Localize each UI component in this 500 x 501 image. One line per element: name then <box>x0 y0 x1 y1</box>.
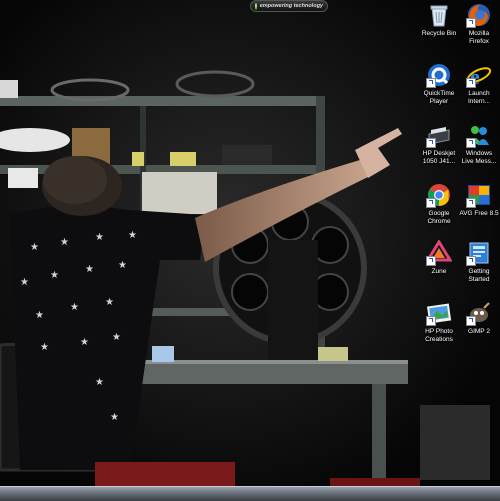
svg-text:★: ★ <box>112 332 121 343</box>
zune-label: Zune <box>431 268 447 275</box>
desktop-icon-gimp[interactable]: GIMP 2 <box>458 300 500 336</box>
recycle-bin-label: Recycle Bin <box>421 30 457 37</box>
gadget-text: empowering technology <box>259 3 323 9</box>
desktop-icon-area: Recycle Bin Mozilla Firefox QuickTime Pl… <box>418 0 500 380</box>
desktop-icon-zune[interactable]: Zune <box>418 239 460 276</box>
svg-text:★: ★ <box>80 337 89 348</box>
hp-deskjet-label: HP Deskjet 1050 J41... <box>422 150 456 165</box>
shortcut-arrow-icon <box>426 78 436 88</box>
gimp-icon <box>466 300 492 326</box>
svg-text:★: ★ <box>40 342 49 353</box>
avg-icon <box>466 182 492 208</box>
desktop-icon-recycle-bin[interactable]: Recycle Bin <box>418 2 460 38</box>
windows-live-messenger-label: Windows Live Mess... <box>461 150 497 165</box>
desktop-icon-quicktime[interactable]: QuickTime Player <box>418 62 460 106</box>
svg-text:★: ★ <box>35 310 44 321</box>
svg-text:★: ★ <box>95 232 104 243</box>
svg-text:★: ★ <box>105 297 114 308</box>
shortcut-arrow-icon <box>426 316 436 326</box>
svg-text:★: ★ <box>110 412 119 423</box>
shortcut-arrow-icon <box>466 198 476 208</box>
shortcut-arrow-icon <box>426 138 436 148</box>
internet-explorer-icon: e <box>466 62 492 89</box>
shortcut-arrow-icon <box>466 256 476 266</box>
desktop-icon-getting-started[interactable]: Getting Started <box>458 240 500 284</box>
shortcut-arrow-icon <box>426 256 436 266</box>
quicktime-icon <box>426 62 452 88</box>
svg-text:★: ★ <box>50 270 59 281</box>
desktop-icon-hp-deskjet[interactable]: HP Deskjet 1050 J41... <box>418 122 460 166</box>
svg-text:★: ★ <box>118 260 127 271</box>
avg-label: AVG Free 8.5 <box>459 210 499 217</box>
getting-started-label: Getting Started <box>468 268 490 283</box>
desktop-icon-windows-live-messenger[interactable]: Windows Live Mess... <box>458 122 500 166</box>
shortcut-arrow-icon <box>466 138 476 148</box>
svg-text:★: ★ <box>70 302 79 313</box>
globe-icon <box>255 2 257 10</box>
svg-text:★: ★ <box>60 237 69 248</box>
svg-text:★: ★ <box>85 264 94 275</box>
internet-explorer-label: Launch Intern... <box>467 90 491 105</box>
zune-icon <box>425 239 453 266</box>
shortcut-arrow-icon <box>426 198 436 208</box>
photo-icon <box>426 300 452 326</box>
chrome-icon <box>426 182 452 208</box>
taskbar[interactable] <box>0 486 500 501</box>
shortcut-arrow-icon <box>466 316 476 326</box>
desktop-icon-hp-photo-creations[interactable]: HP Photo Creations <box>418 300 460 344</box>
hp-photo-creations-label: HP Photo Creations <box>425 328 453 343</box>
svg-text:★: ★ <box>20 277 29 288</box>
desktop-icon-google-chrome[interactable]: Google Chrome <box>418 182 460 226</box>
google-chrome-label: Google Chrome <box>427 210 451 225</box>
firefox-label: Mozilla Firefox <box>468 30 490 45</box>
shortcut-arrow-icon <box>466 18 476 28</box>
recycle-bin-icon <box>426 2 452 28</box>
firefox-icon <box>466 2 492 28</box>
gimp-label: GIMP 2 <box>468 328 490 335</box>
svg-text:★: ★ <box>30 242 39 253</box>
desktop-icon-internet-explorer[interactable]: e Launch Intern... <box>458 62 500 106</box>
messenger-icon <box>466 122 492 148</box>
svg-text:★: ★ <box>128 230 137 241</box>
getting-started-icon <box>466 240 492 266</box>
svg-text:★: ★ <box>95 377 104 388</box>
quicktime-label: QuickTime Player <box>423 90 455 105</box>
desktop-icon-avg[interactable]: AVG Free 8.5 <box>458 182 500 218</box>
printer-icon <box>426 122 452 148</box>
desktop-icon-firefox[interactable]: Mozilla Firefox <box>458 2 500 46</box>
shortcut-arrow-icon <box>466 78 476 88</box>
desktop-gadget[interactable]: empowering technology <box>250 0 328 12</box>
